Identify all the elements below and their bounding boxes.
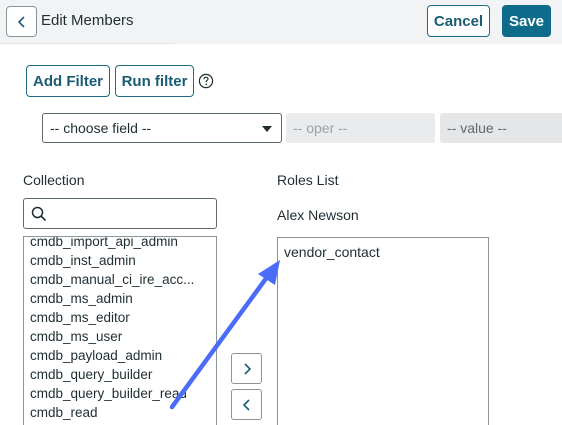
operator-select[interactable]: -- oper -- bbox=[286, 113, 435, 143]
list-item[interactable]: cmdb_query_builder_read bbox=[30, 385, 215, 403]
list-item[interactable]: cmdb_manual_ci_ire_acc... bbox=[30, 271, 215, 289]
list-item[interactable]: vendor_contact bbox=[284, 244, 380, 260]
list-item[interactable]: cmdb_query_builder bbox=[30, 366, 215, 384]
list-item[interactable]: cmdb_payload_admin bbox=[30, 347, 215, 365]
search-icon bbox=[31, 206, 47, 222]
collection-label: Collection bbox=[23, 172, 85, 188]
list-item[interactable]: cmdb_ms_editor bbox=[30, 309, 215, 327]
list-item[interactable]: cmdb_import_api_admin bbox=[30, 237, 215, 251]
add-role-button[interactable] bbox=[231, 353, 262, 384]
choose-field-value: -- choose field -- bbox=[50, 120, 152, 136]
list-item[interactable]: cmdb_read bbox=[30, 404, 215, 422]
caret-down-icon bbox=[262, 126, 272, 132]
list-item[interactable]: cmdb_ms_admin bbox=[30, 290, 215, 308]
chevron-right-icon bbox=[243, 362, 251, 375]
roles-list[interactable]: vendor_contact bbox=[277, 237, 489, 425]
user-name: Alex Newson bbox=[277, 207, 359, 223]
add-filter-button[interactable]: Add Filter bbox=[26, 65, 110, 97]
collection-search[interactable] bbox=[23, 198, 217, 229]
chevron-left-icon bbox=[17, 15, 25, 28]
back-button[interactable] bbox=[6, 6, 37, 37]
list-item[interactable]: cmdb_ms_user bbox=[30, 328, 215, 346]
collection-search-input[interactable] bbox=[52, 202, 212, 225]
header-divider bbox=[0, 43, 175, 44]
value-select[interactable]: -- value -- bbox=[440, 113, 562, 143]
choose-field-select[interactable]: -- choose field -- bbox=[42, 113, 282, 143]
run-filter-button[interactable]: Run filter bbox=[115, 65, 194, 97]
page-title: Edit Members bbox=[41, 12, 134, 29]
roles-list-label: Roles List bbox=[277, 172, 339, 188]
chevron-left-icon bbox=[242, 398, 250, 411]
list-item[interactable]: cmdb_inst_admin bbox=[30, 252, 215, 270]
cancel-button[interactable]: Cancel bbox=[427, 5, 490, 37]
collection-list[interactable]: cmdb_import_api_admin cmdb_inst_admin cm… bbox=[23, 236, 217, 425]
save-button[interactable]: Save bbox=[502, 5, 551, 37]
remove-role-button[interactable] bbox=[231, 389, 262, 420]
question-circle-icon[interactable] bbox=[198, 73, 214, 89]
